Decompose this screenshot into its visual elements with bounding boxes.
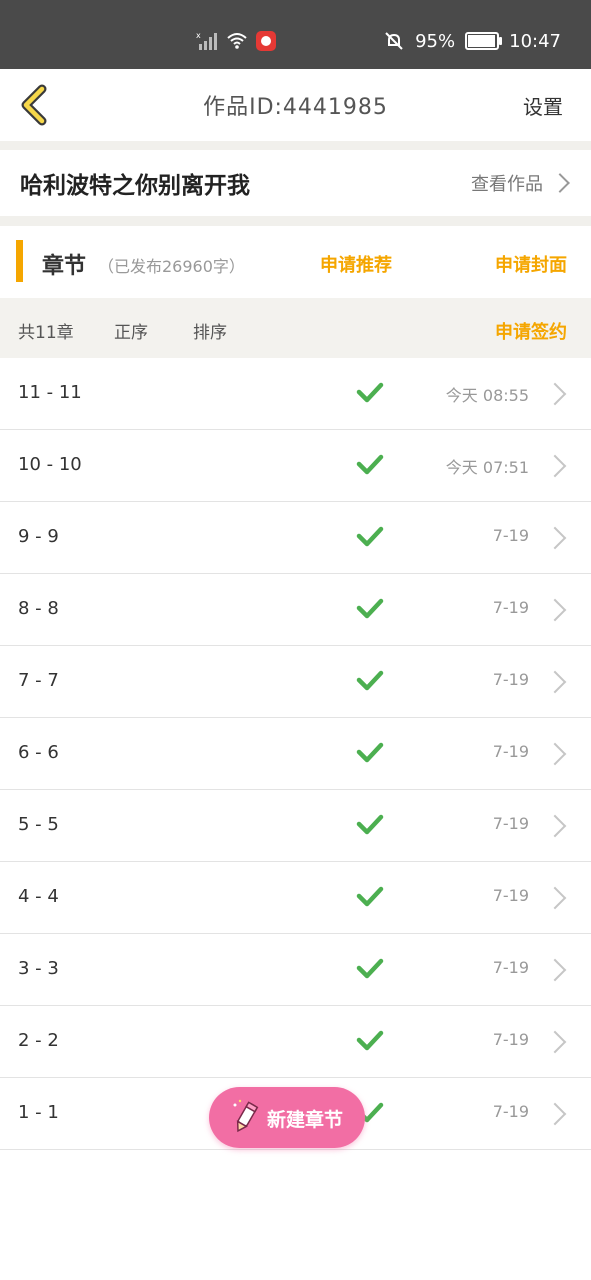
battery-percent: 95% xyxy=(415,30,456,52)
chapter-row[interactable]: 7 - 7 7-19 xyxy=(0,646,591,718)
signal-icon: x xyxy=(196,31,217,50)
positive-order-toggle[interactable]: 正序 xyxy=(114,318,148,343)
chapter-name: 6 - 6 xyxy=(18,742,59,763)
new-chapter-label: 新建章节 xyxy=(267,1109,344,1131)
app-notification-icon xyxy=(256,31,276,51)
chapter-name: 1 - 1 xyxy=(18,1102,59,1123)
chapter-row[interactable]: 8 - 8 7-19 xyxy=(0,574,591,646)
chapter-date: 7-19 xyxy=(492,814,529,833)
chapter-name: 11 - 11 xyxy=(18,382,82,403)
svg-text:x: x xyxy=(196,31,201,40)
chevron-right-icon xyxy=(543,454,567,478)
chevron-right-icon xyxy=(543,1030,567,1054)
check-icon xyxy=(356,670,384,691)
chapter-row[interactable]: 11 - 11 今天 08:55 xyxy=(0,358,591,430)
chevron-right-icon xyxy=(543,1102,567,1126)
chapter-name: 3 - 3 xyxy=(18,958,59,979)
chapter-name: 7 - 7 xyxy=(18,670,59,691)
chevron-right-icon xyxy=(550,173,570,193)
section-divider xyxy=(0,141,591,150)
mute-bell-icon xyxy=(385,32,403,50)
clock: 10:47 xyxy=(509,30,561,52)
chevron-right-icon xyxy=(543,526,567,550)
check-icon xyxy=(356,382,384,403)
chevron-right-icon xyxy=(543,670,567,694)
apply-cover-button[interactable]: 申请封面 xyxy=(495,251,567,277)
work-title: 哈利波特之你别离开我 xyxy=(20,173,250,199)
check-icon xyxy=(356,742,384,763)
chapters-title: 章节 xyxy=(42,254,87,279)
chapter-date: 7-19 xyxy=(492,1102,529,1121)
chapter-row[interactable]: 9 - 9 7-19 xyxy=(0,502,591,574)
check-icon xyxy=(356,454,384,475)
chevron-right-icon xyxy=(543,886,567,910)
apply-sign-button[interactable]: 申请签约 xyxy=(495,318,567,344)
wifi-icon xyxy=(227,33,247,49)
chapter-total: 共11章 xyxy=(18,323,74,343)
chapter-row[interactable]: 10 - 10 今天 07:51 xyxy=(0,430,591,502)
sort-button[interactable]: 排序 xyxy=(193,318,227,343)
settings-button[interactable]: 设置 xyxy=(523,91,563,120)
status-right: 95% 10:47 xyxy=(383,30,561,52)
chapter-list: 11 - 11 今天 08:55 10 - 10 今天 07:51 9 - 9 … xyxy=(0,358,591,1150)
chapter-date: 7-19 xyxy=(492,886,529,905)
check-icon xyxy=(356,1030,384,1051)
sort-bar: 共11章 正序 排序 申请签约 xyxy=(0,298,591,358)
chapter-name: 8 - 8 xyxy=(18,598,59,619)
chapter-row[interactable]: 3 - 3 7-19 xyxy=(0,934,591,1006)
back-arrow-icon[interactable] xyxy=(16,83,56,127)
chapter-date: 7-19 xyxy=(492,1030,529,1049)
chapter-date: 7-19 xyxy=(492,958,529,977)
status-bar: x 95% 10:47 xyxy=(0,0,591,69)
chapters-header: 章节 （已发布26960字） 申请推荐 申请封面 xyxy=(0,226,591,298)
chapter-name: 4 - 4 xyxy=(18,886,59,907)
chevron-right-icon xyxy=(543,814,567,838)
chapter-row[interactable]: 2 - 2 7-19 xyxy=(0,1006,591,1078)
chapter-row[interactable]: 6 - 6 7-19 xyxy=(0,718,591,790)
check-icon xyxy=(356,886,384,907)
chapter-name: 5 - 5 xyxy=(18,814,59,835)
chapter-date: 7-19 xyxy=(492,598,529,617)
chapter-date: 今天 08:55 xyxy=(445,386,529,405)
chevron-right-icon xyxy=(543,382,567,406)
view-works-link[interactable]: 查看作品 xyxy=(471,170,570,196)
chevron-right-icon xyxy=(543,742,567,766)
pencil-icon xyxy=(233,1099,259,1133)
check-icon xyxy=(356,958,384,979)
status-left-icons: x xyxy=(196,30,276,52)
chapter-date: 7-19 xyxy=(492,670,529,689)
battery-icon xyxy=(465,32,503,50)
chapter-row[interactable]: 5 - 5 7-19 xyxy=(0,790,591,862)
chevron-right-icon xyxy=(543,958,567,982)
chapter-name: 9 - 9 xyxy=(18,526,59,547)
section-divider xyxy=(0,216,591,226)
check-icon xyxy=(356,598,384,619)
chevron-right-icon xyxy=(543,598,567,622)
view-works-label: 查看作品 xyxy=(471,174,543,195)
chapter-name: 2 - 2 xyxy=(18,1030,59,1051)
top-nav: 作品ID:4441985 设置 xyxy=(0,69,591,141)
page-title: 作品ID:4441985 xyxy=(203,95,388,120)
chapter-date: 7-19 xyxy=(492,526,529,545)
section-accent-bar xyxy=(16,240,23,282)
published-word-count: （已发布26960字） xyxy=(98,257,245,276)
chapter-row[interactable]: 4 - 4 7-19 xyxy=(0,862,591,934)
apply-recommend-button[interactable]: 申请推荐 xyxy=(320,251,392,277)
chapter-name: 10 - 10 xyxy=(18,454,82,475)
new-chapter-button[interactable]: 新建章节 xyxy=(209,1087,365,1148)
check-icon xyxy=(356,526,384,547)
check-icon xyxy=(356,814,384,835)
chapter-date: 7-19 xyxy=(492,742,529,761)
chapter-date: 今天 07:51 xyxy=(445,458,529,477)
work-info-row: 哈利波特之你别离开我 查看作品 xyxy=(0,150,591,216)
